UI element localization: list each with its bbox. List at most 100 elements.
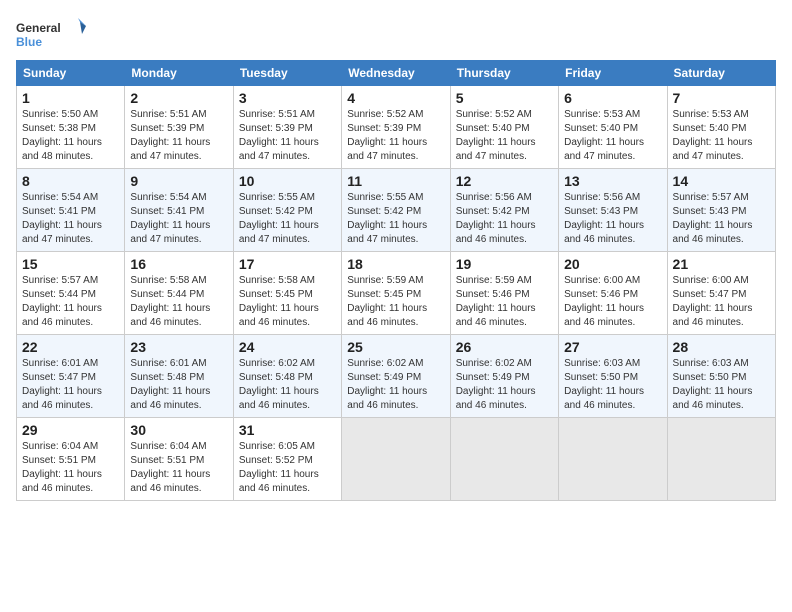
day-number: 14 — [673, 173, 770, 189]
calendar-cell — [450, 418, 558, 501]
sunrise-label: Sunrise: 5:57 AM — [22, 275, 98, 286]
calendar-cell — [667, 418, 775, 501]
daylight-label: Daylight: 11 hours and 47 minutes. — [564, 137, 644, 162]
column-header-wednesday: Wednesday — [342, 61, 450, 86]
calendar-cell: 4 Sunrise: 5:52 AM Sunset: 5:39 PM Dayli… — [342, 86, 450, 169]
sunrise-label: Sunrise: 5:50 AM — [22, 109, 98, 120]
sunrise-label: Sunrise: 6:01 AM — [22, 358, 98, 369]
svg-text:General: General — [16, 21, 61, 35]
sunset-label: Sunset: 5:48 PM — [239, 372, 313, 383]
day-number: 30 — [130, 422, 227, 438]
calendar-cell: 14 Sunrise: 5:57 AM Sunset: 5:43 PM Dayl… — [667, 169, 775, 252]
day-number: 22 — [22, 339, 119, 355]
sunrise-label: Sunrise: 5:58 AM — [130, 275, 206, 286]
calendar-cell: 31 Sunrise: 6:05 AM Sunset: 5:52 PM Dayl… — [233, 418, 341, 501]
day-number: 28 — [673, 339, 770, 355]
sunset-label: Sunset: 5:39 PM — [130, 123, 204, 134]
calendar-table: SundayMondayTuesdayWednesdayThursdayFrid… — [16, 60, 776, 501]
daylight-label: Daylight: 11 hours and 46 minutes. — [239, 386, 319, 411]
cell-content: Sunrise: 6:02 AM Sunset: 5:49 PM Dayligh… — [347, 357, 444, 413]
sunset-label: Sunset: 5:50 PM — [564, 372, 638, 383]
cell-content: Sunrise: 5:52 AM Sunset: 5:40 PM Dayligh… — [456, 108, 553, 164]
cell-content: Sunrise: 6:04 AM Sunset: 5:51 PM Dayligh… — [130, 440, 227, 496]
calendar-cell: 18 Sunrise: 5:59 AM Sunset: 5:45 PM Dayl… — [342, 252, 450, 335]
calendar-cell: 28 Sunrise: 6:03 AM Sunset: 5:50 PM Dayl… — [667, 335, 775, 418]
day-number: 1 — [22, 90, 119, 106]
sunrise-label: Sunrise: 5:53 AM — [673, 109, 749, 120]
sunset-label: Sunset: 5:49 PM — [347, 372, 421, 383]
calendar-cell: 8 Sunrise: 5:54 AM Sunset: 5:41 PM Dayli… — [17, 169, 125, 252]
cell-content: Sunrise: 5:57 AM Sunset: 5:43 PM Dayligh… — [673, 191, 770, 247]
calendar-header-row: SundayMondayTuesdayWednesdayThursdayFrid… — [17, 61, 776, 86]
sunset-label: Sunset: 5:42 PM — [456, 206, 530, 217]
page-header: General Blue — [16, 16, 776, 52]
sunrise-label: Sunrise: 6:02 AM — [456, 358, 532, 369]
cell-content: Sunrise: 5:54 AM Sunset: 5:41 PM Dayligh… — [130, 191, 227, 247]
daylight-label: Daylight: 11 hours and 46 minutes. — [347, 303, 427, 328]
day-number: 31 — [239, 422, 336, 438]
daylight-label: Daylight: 11 hours and 46 minutes. — [239, 303, 319, 328]
calendar-cell: 1 Sunrise: 5:50 AM Sunset: 5:38 PM Dayli… — [17, 86, 125, 169]
sunset-label: Sunset: 5:38 PM — [22, 123, 96, 134]
sunset-label: Sunset: 5:39 PM — [239, 123, 313, 134]
calendar-cell: 9 Sunrise: 5:54 AM Sunset: 5:41 PM Dayli… — [125, 169, 233, 252]
calendar-cell: 25 Sunrise: 6:02 AM Sunset: 5:49 PM Dayl… — [342, 335, 450, 418]
day-number: 10 — [239, 173, 336, 189]
column-header-tuesday: Tuesday — [233, 61, 341, 86]
daylight-label: Daylight: 11 hours and 46 minutes. — [564, 220, 644, 245]
calendar-cell: 27 Sunrise: 6:03 AM Sunset: 5:50 PM Dayl… — [559, 335, 667, 418]
cell-content: Sunrise: 6:01 AM Sunset: 5:47 PM Dayligh… — [22, 357, 119, 413]
daylight-label: Daylight: 11 hours and 46 minutes. — [564, 386, 644, 411]
cell-content: Sunrise: 6:02 AM Sunset: 5:48 PM Dayligh… — [239, 357, 336, 413]
cell-content: Sunrise: 6:05 AM Sunset: 5:52 PM Dayligh… — [239, 440, 336, 496]
day-number: 29 — [22, 422, 119, 438]
day-number: 26 — [456, 339, 553, 355]
calendar-cell: 21 Sunrise: 6:00 AM Sunset: 5:47 PM Dayl… — [667, 252, 775, 335]
day-number: 2 — [130, 90, 227, 106]
sunset-label: Sunset: 5:44 PM — [22, 289, 96, 300]
sunrise-label: Sunrise: 5:54 AM — [130, 192, 206, 203]
calendar-cell: 3 Sunrise: 5:51 AM Sunset: 5:39 PM Dayli… — [233, 86, 341, 169]
cell-content: Sunrise: 6:00 AM Sunset: 5:47 PM Dayligh… — [673, 274, 770, 330]
sunrise-label: Sunrise: 5:52 AM — [347, 109, 423, 120]
day-number: 18 — [347, 256, 444, 272]
day-number: 12 — [456, 173, 553, 189]
calendar-cell: 19 Sunrise: 5:59 AM Sunset: 5:46 PM Dayl… — [450, 252, 558, 335]
calendar-cell — [559, 418, 667, 501]
sunset-label: Sunset: 5:47 PM — [22, 372, 96, 383]
column-header-friday: Friday — [559, 61, 667, 86]
calendar-week-2: 8 Sunrise: 5:54 AM Sunset: 5:41 PM Dayli… — [17, 169, 776, 252]
logo: General Blue — [16, 16, 86, 52]
cell-content: Sunrise: 5:57 AM Sunset: 5:44 PM Dayligh… — [22, 274, 119, 330]
daylight-label: Daylight: 11 hours and 47 minutes. — [673, 137, 753, 162]
sunset-label: Sunset: 5:43 PM — [564, 206, 638, 217]
calendar-cell: 20 Sunrise: 6:00 AM Sunset: 5:46 PM Dayl… — [559, 252, 667, 335]
calendar-cell: 11 Sunrise: 5:55 AM Sunset: 5:42 PM Dayl… — [342, 169, 450, 252]
sunrise-label: Sunrise: 5:51 AM — [239, 109, 315, 120]
cell-content: Sunrise: 5:53 AM Sunset: 5:40 PM Dayligh… — [564, 108, 661, 164]
daylight-label: Daylight: 11 hours and 46 minutes. — [22, 303, 102, 328]
sunrise-label: Sunrise: 5:57 AM — [673, 192, 749, 203]
daylight-label: Daylight: 11 hours and 47 minutes. — [347, 220, 427, 245]
sunrise-label: Sunrise: 5:51 AM — [130, 109, 206, 120]
day-number: 8 — [22, 173, 119, 189]
calendar-cell: 17 Sunrise: 5:58 AM Sunset: 5:45 PM Dayl… — [233, 252, 341, 335]
calendar-cell: 7 Sunrise: 5:53 AM Sunset: 5:40 PM Dayli… — [667, 86, 775, 169]
sunset-label: Sunset: 5:50 PM — [673, 372, 747, 383]
daylight-label: Daylight: 11 hours and 46 minutes. — [22, 386, 102, 411]
sunset-label: Sunset: 5:51 PM — [130, 455, 204, 466]
sunrise-label: Sunrise: 6:05 AM — [239, 441, 315, 452]
day-number: 3 — [239, 90, 336, 106]
sunrise-label: Sunrise: 5:53 AM — [564, 109, 640, 120]
cell-content: Sunrise: 5:58 AM Sunset: 5:45 PM Dayligh… — [239, 274, 336, 330]
daylight-label: Daylight: 11 hours and 46 minutes. — [564, 303, 644, 328]
calendar-cell: 2 Sunrise: 5:51 AM Sunset: 5:39 PM Dayli… — [125, 86, 233, 169]
daylight-label: Daylight: 11 hours and 46 minutes. — [130, 386, 210, 411]
sunrise-label: Sunrise: 6:04 AM — [130, 441, 206, 452]
calendar-cell: 30 Sunrise: 6:04 AM Sunset: 5:51 PM Dayl… — [125, 418, 233, 501]
sunrise-label: Sunrise: 6:01 AM — [130, 358, 206, 369]
day-number: 6 — [564, 90, 661, 106]
sunrise-label: Sunrise: 5:59 AM — [456, 275, 532, 286]
svg-text:Blue: Blue — [16, 35, 42, 49]
cell-content: Sunrise: 5:55 AM Sunset: 5:42 PM Dayligh… — [239, 191, 336, 247]
